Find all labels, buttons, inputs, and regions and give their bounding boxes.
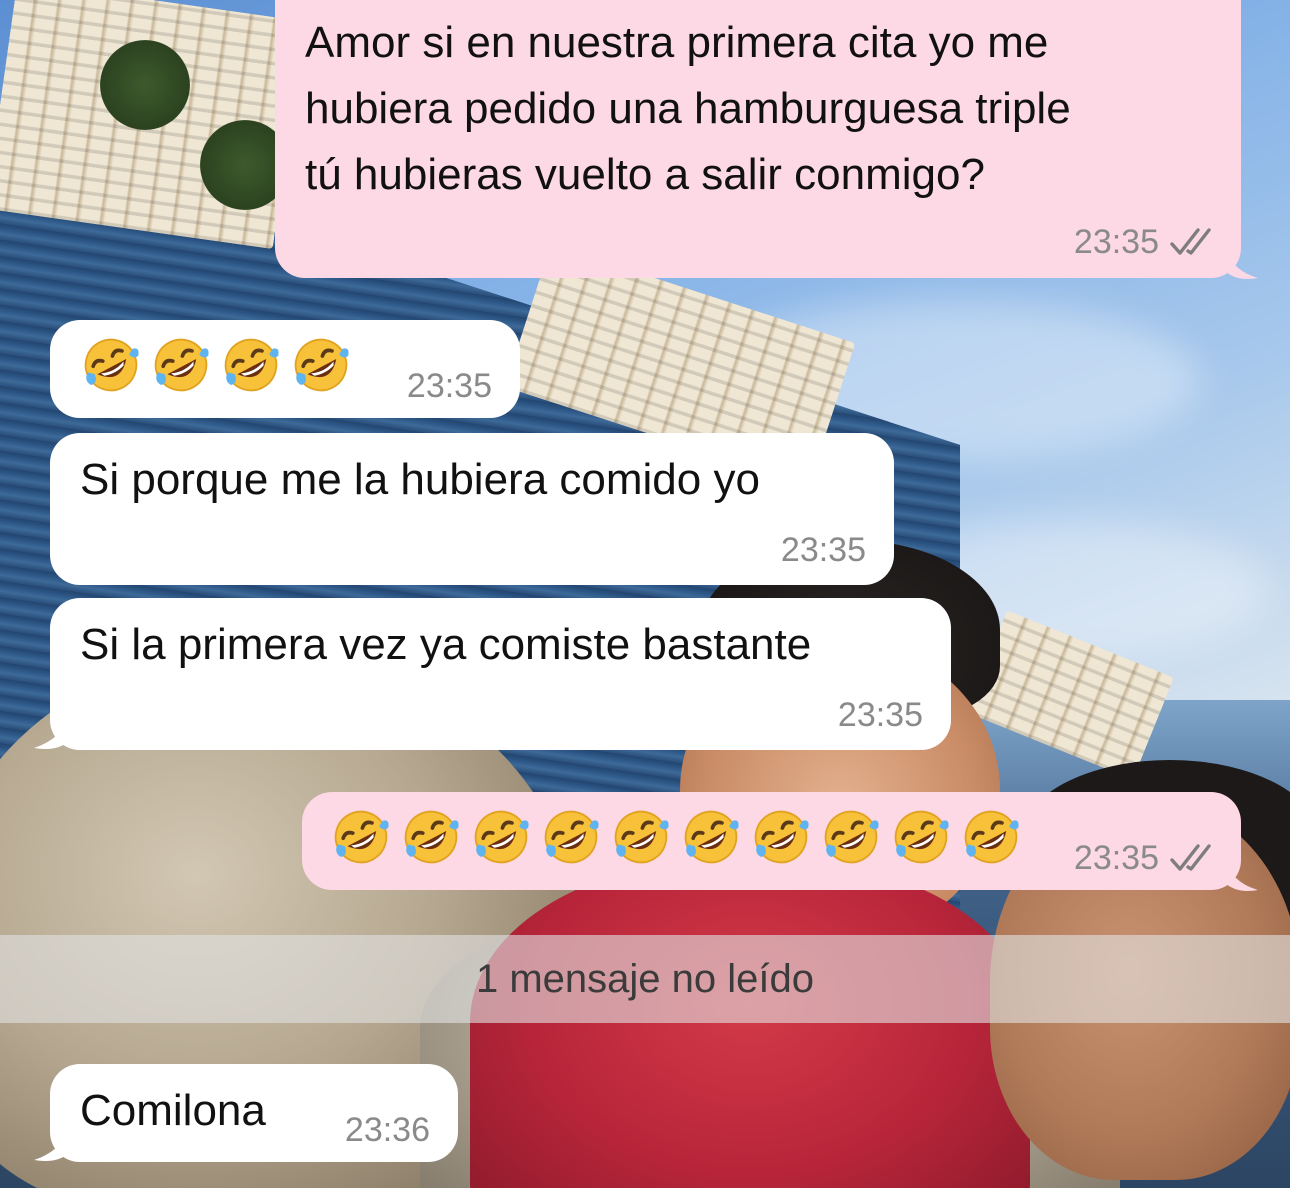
rolling-on-floor-laughing-emoji [82,336,140,394]
rolling-on-floor-laughing-emoji [542,808,600,866]
message-bubble-incoming[interactable]: Comilona 23:36 [50,1064,458,1162]
message-meta: 23:35 [838,695,923,735]
bubble-tail-outgoing [1224,856,1258,891]
message-bubble-incoming[interactable]: Si porque me la hubiera comido yo 23:35 [50,433,894,585]
rolling-on-floor-laughing-emoji [612,808,670,866]
rolling-on-floor-laughing-emoji [752,808,810,866]
chat-thread: Amor si en nuestra primera cita yo me hu… [0,0,1290,1188]
message-text: Amor si en nuestra primera cita yo me hu… [305,18,1071,199]
double-check-icon [1169,843,1213,873]
message-bubble-outgoing[interactable]: 23:35 [302,792,1241,890]
message-time: 23:36 [344,1111,430,1149]
bubble-tail-incoming [34,1124,70,1161]
rolling-on-floor-laughing-emoji [332,808,390,866]
bubble-tail-incoming [34,712,70,749]
rolling-on-floor-laughing-emoji [152,336,210,394]
emoji-row [82,336,350,394]
rolling-on-floor-laughing-emoji [822,808,880,866]
message-time: 23:35 [406,367,492,405]
message-time: 23:35 [837,696,923,734]
rolling-on-floor-laughing-emoji [682,808,740,866]
message-meta: 23:36 [345,1110,430,1150]
message-time: 23:35 [1073,223,1159,261]
rolling-on-floor-laughing-emoji [472,808,530,866]
message-bubble-outgoing[interactable]: Amor si en nuestra primera cita yo me hu… [275,0,1241,278]
rolling-on-floor-laughing-emoji [892,808,950,866]
message-bubble-incoming[interactable]: Si la primera vez ya comiste bastante 23… [50,598,951,750]
message-time: 23:35 [780,531,866,569]
message-meta: 23:35 [407,366,492,406]
message-text: Si porque me la hubiera comido yo [80,455,760,504]
message-meta: 23:35 [781,530,866,570]
message-time: 23:35 [1073,839,1159,877]
emoji-row [332,808,1020,866]
rolling-on-floor-laughing-emoji [292,336,350,394]
rolling-on-floor-laughing-emoji [962,808,1020,866]
unread-messages-banner: 1 mensaje no leído [0,935,1290,1023]
rolling-on-floor-laughing-emoji [402,808,460,866]
message-meta: 23:35 [1074,222,1213,262]
message-meta: 23:35 [1074,838,1213,878]
unread-banner-label: 1 mensaje no leído [475,956,814,1001]
message-text: Si la primera vez ya comiste bastante [80,620,812,669]
bubble-tail-outgoing [1224,244,1258,279]
rolling-on-floor-laughing-emoji [222,336,280,394]
message-bubble-incoming[interactable]: 23:35 [50,320,520,418]
double-check-icon [1169,227,1213,257]
message-text: Comilona [80,1086,266,1135]
